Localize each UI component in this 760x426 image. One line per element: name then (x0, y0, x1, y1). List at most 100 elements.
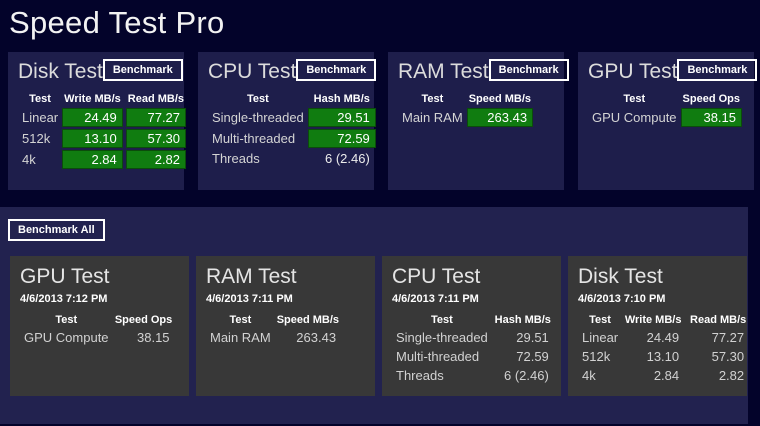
result-value-box: 38.15 (681, 108, 742, 127)
column-header: Test (21, 92, 59, 106)
table-row: Threads6 (2.46) (211, 150, 376, 167)
value-cell: 57.30 (126, 129, 186, 148)
table-header-row: TestWrite MB/sRead MB/s (21, 92, 186, 106)
value-cell: 38.15 (681, 108, 742, 127)
column-header: Hash MB/s (492, 313, 554, 327)
table-row: Single-threaded29.51 (211, 108, 376, 127)
test-panel: CPU Test Benchmark TestHash MB/s Single-… (198, 52, 374, 190)
table-row: Multi-threaded72.59 (395, 348, 554, 365)
panel-header: GPU Test Benchmark (588, 59, 748, 85)
history-card[interactable]: CPU Test 4/6/2013 7:11 PM TestHash MB/s … (382, 256, 561, 396)
panel-title: GPU Test (588, 59, 677, 85)
row-label: Linear (581, 329, 619, 346)
card-timestamp: 4/6/2013 7:12 PM (20, 293, 181, 305)
panel-header: Disk Test Benchmark (18, 59, 178, 85)
column-header: Test (211, 92, 305, 106)
card-title: CPU Test (392, 264, 553, 289)
table-row: Multi-threaded72.59 (211, 129, 376, 148)
panel-header: CPU Test Benchmark (208, 59, 368, 85)
column-header: Test (401, 92, 464, 106)
history-section: Benchmark All GPU Test 4/6/2013 7:12 PM … (0, 207, 748, 424)
card-title: Disk Test (578, 264, 739, 289)
column-header: Test (23, 313, 110, 327)
column-header: Speed MB/s (467, 92, 533, 106)
table-header-row: TestSpeed Ops (591, 92, 742, 106)
row-label: Main RAM (401, 108, 464, 127)
card-timestamp: 4/6/2013 7:11 PM (206, 293, 367, 305)
value-cell: 263.43 (275, 329, 341, 346)
benchmark-all-button[interactable]: Benchmark All (8, 219, 105, 241)
table-header-row: TestSpeed MB/s (401, 92, 533, 106)
row-label: 4k (21, 150, 59, 169)
benchmark-button[interactable]: Benchmark (296, 59, 376, 81)
row-label: Linear (21, 108, 59, 127)
column-header: Hash MB/s (308, 92, 376, 106)
row-label: Threads (211, 150, 305, 167)
table-row: GPU Compute38.15 (591, 108, 742, 127)
value-cell: 2.84 (62, 150, 123, 169)
table-row: GPU Compute38.15 (23, 329, 175, 346)
result-value-box: 13.10 (62, 129, 123, 148)
results-table: TestSpeed MB/s Main RAM263.43 (206, 311, 344, 348)
results-table: TestWrite MB/sRead MB/s Linear24.4977.27… (18, 90, 189, 171)
value-cell: 72.59 (308, 129, 376, 148)
value-cell: 6 (2.46) (308, 150, 376, 167)
row-label: Single-threaded (211, 108, 305, 127)
table-row: Linear24.4977.27 (21, 108, 186, 127)
table-header-row: TestSpeed MB/s (209, 313, 341, 327)
panel-title: RAM Test (398, 59, 489, 85)
value-cell: 2.84 (622, 367, 684, 384)
table-row: Main RAM263.43 (209, 329, 341, 346)
history-card[interactable]: Disk Test 4/6/2013 7:10 PM TestWrite MB/… (568, 256, 747, 396)
value-cell: 24.49 (622, 329, 684, 346)
test-panel: Disk Test Benchmark TestWrite MB/sRead M… (8, 52, 184, 190)
table-row: Linear24.4977.27 (581, 329, 749, 346)
panel-title: CPU Test (208, 59, 296, 85)
row-label: 512k (21, 129, 59, 148)
benchmark-button[interactable]: Benchmark (677, 59, 757, 81)
table-header-row: TestWrite MB/sRead MB/s (581, 313, 749, 327)
benchmark-button[interactable]: Benchmark (489, 59, 569, 81)
column-header: Test (591, 92, 678, 106)
value-cell: 13.10 (62, 129, 123, 148)
table-row: 512k13.1057.30 (581, 348, 749, 365)
result-value-box: 24.49 (62, 108, 123, 127)
column-header: Speed Ops (681, 92, 742, 106)
column-header: Speed Ops (113, 313, 175, 327)
results-table: TestSpeed Ops GPU Compute38.15 (20, 311, 178, 348)
history-cards-row: GPU Test 4/6/2013 7:12 PM TestSpeed Ops … (10, 256, 748, 396)
test-panel: RAM Test Benchmark TestSpeed MB/s Main R… (388, 52, 564, 190)
value-cell: 263.43 (467, 108, 533, 127)
table-header-row: TestSpeed Ops (23, 313, 175, 327)
row-label: Threads (395, 367, 489, 384)
row-label: 4k (581, 367, 619, 384)
table-row: Single-threaded29.51 (395, 329, 554, 346)
value-cell: 38.15 (113, 329, 175, 346)
panel-header: RAM Test Benchmark (398, 59, 558, 85)
row-label: 512k (581, 348, 619, 365)
column-header: Write MB/s (622, 313, 684, 327)
history-card[interactable]: RAM Test 4/6/2013 7:11 PM TestSpeed MB/s… (196, 256, 375, 396)
value-cell: 29.51 (308, 108, 376, 127)
row-label: GPU Compute (591, 108, 678, 127)
results-table: TestSpeed Ops GPU Compute38.15 (588, 90, 745, 129)
panel-title: Disk Test (18, 59, 103, 85)
row-label: GPU Compute (23, 329, 110, 346)
table-row: 4k2.842.82 (581, 367, 749, 384)
card-timestamp: 4/6/2013 7:10 PM (578, 293, 739, 305)
row-label: Main RAM (209, 329, 272, 346)
result-value-box: 2.82 (126, 150, 186, 169)
result-value-box: 29.51 (308, 108, 376, 127)
value-cell: 57.30 (687, 348, 749, 365)
row-label: Single-threaded (395, 329, 489, 346)
table-header-row: TestHash MB/s (395, 313, 554, 327)
value-cell: 2.82 (126, 150, 186, 169)
benchmark-button[interactable]: Benchmark (103, 59, 183, 81)
row-label: Multi-threaded (211, 129, 305, 148)
history-card[interactable]: GPU Test 4/6/2013 7:12 PM TestSpeed Ops … (10, 256, 189, 396)
column-header: Write MB/s (62, 92, 123, 106)
results-table: TestHash MB/s Single-threaded29.51 Multi-… (392, 311, 557, 386)
result-value-box: 72.59 (308, 129, 376, 148)
value-cell: 6 (2.46) (492, 367, 554, 384)
value-cell: 29.51 (492, 329, 554, 346)
